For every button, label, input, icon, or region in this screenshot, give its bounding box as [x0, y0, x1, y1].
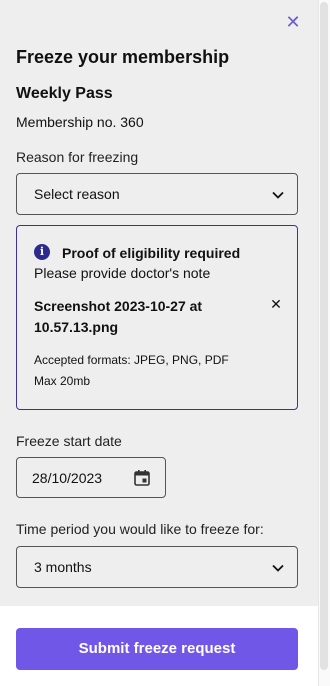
- reason-select-value: Select reason: [34, 186, 120, 202]
- freeze-membership-panel: ✕ Freeze your membership Weekly Pass Mem…: [0, 0, 318, 606]
- eligibility-title: Proof of eligibility required: [62, 245, 241, 261]
- chevron-down-icon: [272, 564, 284, 572]
- max-file-size: Max 20mb: [34, 374, 91, 388]
- calendar-icon[interactable]: [133, 469, 151, 487]
- reason-label: Reason for freezing: [16, 149, 139, 165]
- info-icon: i: [34, 244, 50, 260]
- start-date-value: 28/10/2023: [32, 470, 103, 486]
- period-label: Time period you would like to freeze for…: [16, 521, 264, 537]
- submit-freeze-button[interactable]: Submit freeze request: [16, 628, 298, 670]
- accepted-formats: Accepted formats: JPEG, PNG, PDF: [34, 353, 229, 367]
- start-date-label: Freeze start date: [16, 433, 122, 449]
- uploaded-file-name: Screenshot 2023-10-27 at 10.57.13.png: [34, 298, 203, 335]
- remove-file-icon[interactable]: ✕: [269, 297, 283, 311]
- close-icon[interactable]: ✕: [284, 13, 302, 31]
- membership-number: Membership no. 360: [16, 114, 144, 130]
- scrollbar-thumb[interactable]: [320, 2, 328, 670]
- reason-select[interactable]: Select reason: [16, 173, 298, 215]
- eligibility-upload-box: i Proof of eligibility required Please p…: [16, 225, 298, 410]
- eligibility-description: Please provide doctor's note: [34, 265, 211, 281]
- start-date-field[interactable]: 28/10/2023: [16, 457, 166, 498]
- pass-name: Weekly Pass: [16, 85, 113, 102]
- chevron-down-icon: [272, 191, 284, 199]
- period-select-value: 3 months: [34, 559, 92, 575]
- period-select[interactable]: 3 months: [16, 546, 298, 588]
- page-title: Freeze your membership: [16, 47, 230, 67]
